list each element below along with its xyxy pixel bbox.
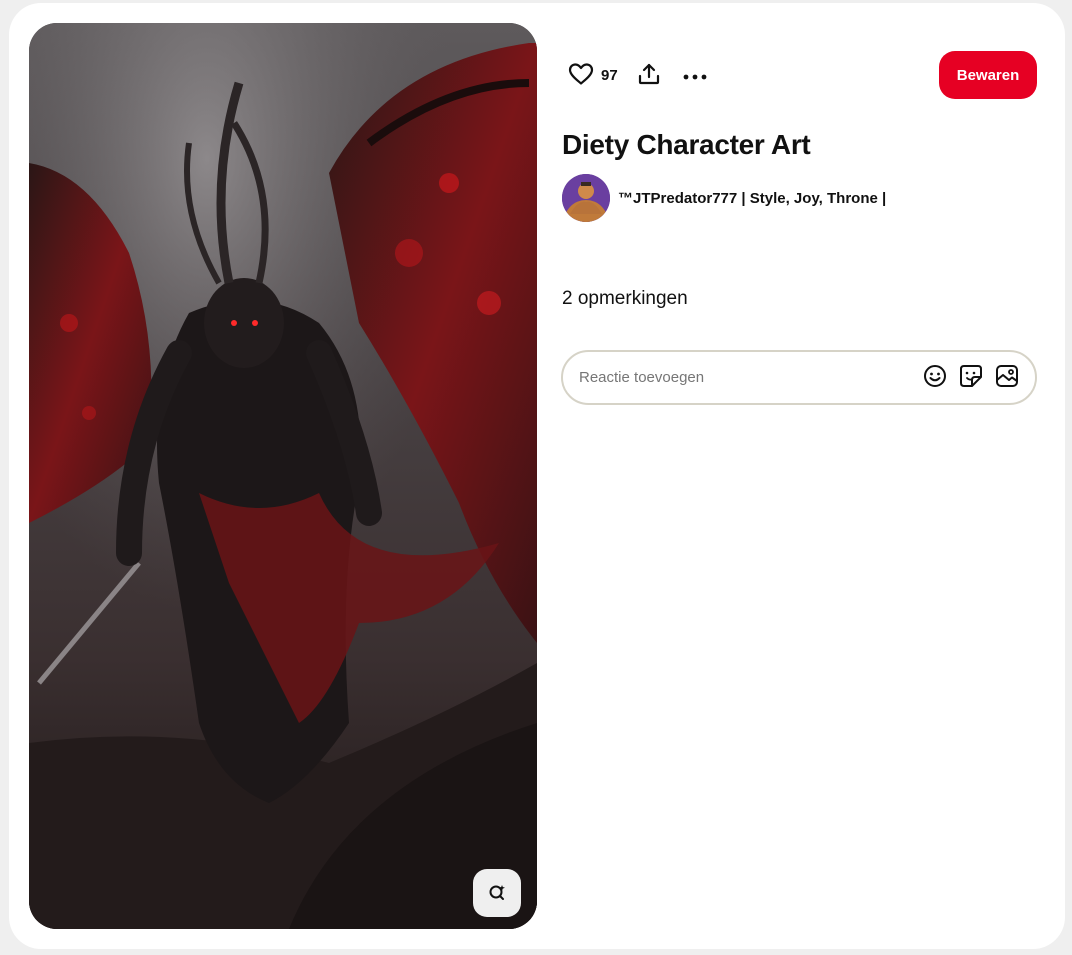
creator-info[interactable]: ™JTPredator777 | Style, Joy, Throne | xyxy=(562,174,886,222)
pin-title: Diety Character Art xyxy=(562,129,811,160)
demon-artwork xyxy=(29,23,537,929)
share-button[interactable] xyxy=(629,57,669,93)
image-upload-button[interactable] xyxy=(989,360,1025,396)
sticker-button[interactable] xyxy=(953,360,989,396)
pin-actions: 97 xyxy=(563,57,715,93)
save-button[interactable]: Bewaren xyxy=(939,51,1037,99)
like-count: 97 xyxy=(601,66,618,84)
like-button[interactable] xyxy=(559,57,603,93)
visual-search-icon xyxy=(488,883,506,904)
image-upload-icon xyxy=(995,364,1019,391)
heart-icon xyxy=(568,62,594,89)
emoji-icon xyxy=(923,364,947,391)
creator-name[interactable]: ™JTPredator777 | Style, Joy, Throne | xyxy=(618,190,886,207)
more-options-button[interactable] xyxy=(675,57,715,93)
comments-count[interactable]: 2 opmerkingen xyxy=(562,288,688,310)
comment-box xyxy=(561,350,1037,405)
pin-image[interactable] xyxy=(29,23,537,929)
comment-input[interactable] xyxy=(579,369,917,386)
share-icon xyxy=(637,62,661,89)
more-dots-icon xyxy=(683,68,707,83)
sticker-icon xyxy=(959,364,983,391)
avatar[interactable] xyxy=(562,174,610,222)
visual-search-button[interactable] xyxy=(473,869,521,917)
emoji-button[interactable] xyxy=(917,360,953,396)
